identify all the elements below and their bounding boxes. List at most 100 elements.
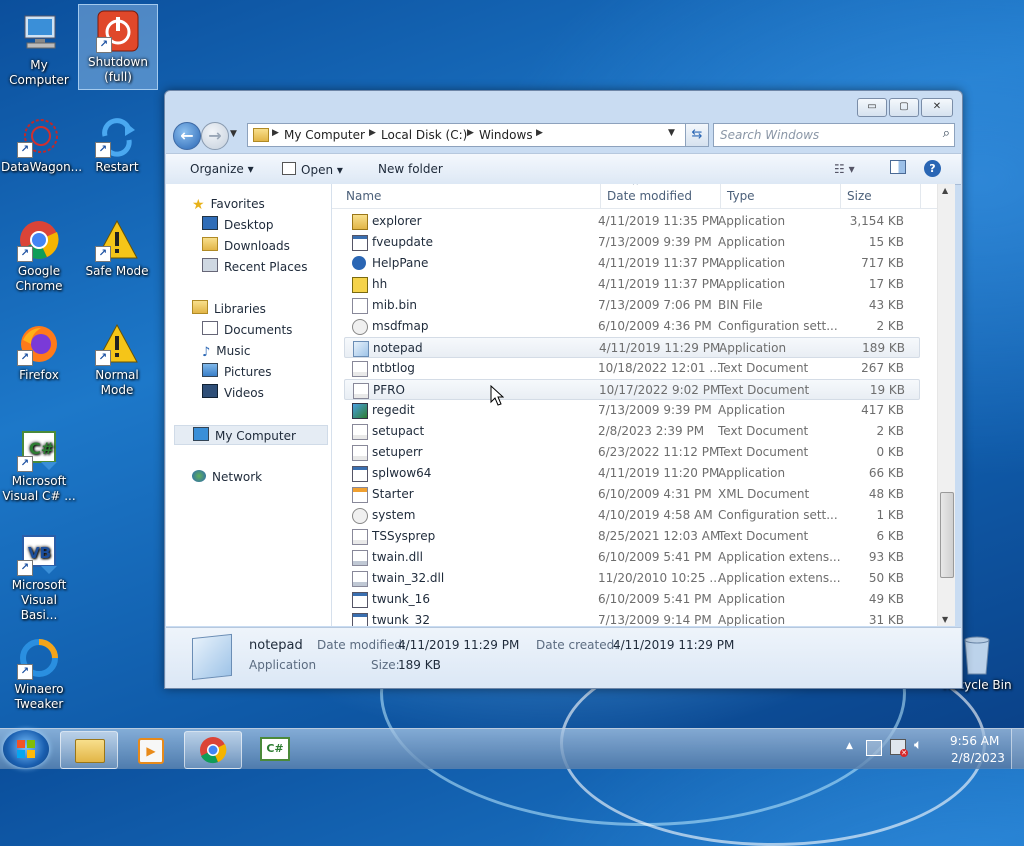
nav-downloads[interactable]: Downloads [202,236,290,256]
taskbar-explorer[interactable] [60,731,118,769]
organize-button[interactable]: Organize ▾ [190,162,254,176]
file-row-notepad[interactable]: notepad 4/11/2019 11:29 PM Application 189 … [344,337,920,358]
nav-favorites[interactable]: ★ Favorites [192,194,265,214]
action-center-icon[interactable] [866,740,882,756]
file-date-modified: 6/10/2009 4:36 PM [598,319,712,333]
desktop-icon-chrome[interactable]: ↗ Google Chrome [0,214,78,294]
file-row-setuperr[interactable]: setuperr 6/23/2022 11:12 PM Text Document 0… [344,442,918,462]
breadcrumb-local-disk[interactable]: Local Disk (C:) [381,128,467,142]
desktop-icon-my-computer[interactable]: My Computer [0,8,78,88]
search-box[interactable]: Search Windows ⌕ [713,123,955,147]
taskbar-visual-csharp[interactable]: C# [246,731,302,767]
file-row-ntbtlog[interactable]: ntbtlog 10/18/2022 12:01 ... Text Document… [344,358,918,378]
file-type: Application [718,256,786,270]
file-row-msdfmap[interactable]: msdfmap 6/10/2009 4:36 PM Configuration se… [344,316,918,336]
open-button[interactable]: Open ▾ [282,162,343,177]
scroll-thumb[interactable] [940,492,954,578]
nav-documents[interactable]: Documents [202,320,292,340]
address-bar[interactable]: ▶ My Computer ▶ Local Disk (C:) ▶ Window… [247,123,691,147]
search-icon[interactable]: ⌕ [943,126,950,141]
desktop-icon-firefox[interactable]: ↗ Firefox [0,318,78,383]
desktop-icon-winaero[interactable]: ↗ Winaero Tweaker [0,632,78,712]
nav-libraries[interactable]: Libraries [192,299,266,319]
vertical-scrollbar[interactable]: ▲ ▼ [937,184,955,626]
new-folder-button[interactable]: New folder [378,162,443,176]
file-type: Text Document [719,383,810,397]
back-button[interactable]: ← [173,122,201,150]
nav-network[interactable]: Network [192,467,262,487]
search-input[interactable]: Search Windows [720,128,819,142]
breadcrumb-my-computer[interactable]: My Computer [284,128,365,142]
show-hidden-icons-button[interactable]: ▲ [846,741,853,751]
clock-time[interactable]: 9:56 AM [950,734,999,748]
nav-recent-places[interactable]: Recent Places [202,257,307,277]
clock-date[interactable]: 2/8/2023 [951,751,1005,765]
file-row-setupact[interactable]: setupact 2/8/2023 2:39 PM Text Document 2 K… [344,421,918,441]
desktop-icon-safe-mode[interactable]: ↗ Safe Mode [78,214,156,279]
column-date-modified[interactable]: Date modified [607,189,692,203]
nav-videos[interactable]: Videos [202,383,264,403]
file-size: 15 KB [868,235,904,249]
column-size[interactable]: Size [847,189,872,203]
desktop-icon-visual-csharp[interactable]: C# ↗ Microsoft Visual C# ... [0,424,78,504]
file-row-helppane[interactable]: HelpPane 4/11/2019 11:37 PM Application 717… [344,253,918,273]
file-row-explorer[interactable]: explorer 4/11/2019 11:35 PM Application 3,1… [344,211,918,231]
column-divider[interactable] [840,184,841,208]
file-row-splwow64[interactable]: splwow64 4/11/2019 11:20 PM Application 66 … [344,463,918,483]
breadcrumb-separator-icon: ▶ [272,128,279,138]
recent-pages-dropdown[interactable]: ▼ [230,129,237,139]
file-row-fveupdate[interactable]: fveupdate 7/13/2009 9:39 PM Application 15 … [344,232,918,252]
file-row-tssysprep[interactable]: TSSysprep 8/25/2021 12:03 AM Text Document… [344,526,918,546]
file-date-modified: 4/11/2019 11:20 PM [598,466,720,480]
minimize-button[interactable]: ▭ [857,98,887,117]
column-divider[interactable] [600,184,601,208]
file-row-twain-32-dll[interactable]: twain_32.dll 11/20/2010 10:25 ... Applicat… [344,568,918,588]
file-name: explorer [372,214,422,228]
address-history-dropdown[interactable]: ▼ [668,128,675,138]
nav-music[interactable]: ♪ Music [202,341,250,361]
file-row-twain-dll[interactable]: twain.dll 6/10/2009 5:41 PM Application ex… [344,547,918,567]
network-error-icon[interactable]: ✕ [890,739,908,757]
nav-my-computer[interactable]: My Computer [174,425,328,445]
nav-pictures[interactable]: Pictures [202,362,272,382]
file-row-twunk-16[interactable]: twunk_16 6/10/2009 5:41 PM Application 49 K… [344,589,918,609]
file-row-starter[interactable]: Starter 6/10/2009 4:31 PM XML Document 48 K… [344,484,918,504]
desktop-icon-visual-basic[interactable]: VB ↗ Microsoft Visual Basi... [0,528,78,623]
refresh-button[interactable]: ⇆ [685,123,709,147]
taskbar-media-player[interactable]: ▶ [122,731,178,767]
change-view-button[interactable]: ☷ ▾ [834,162,855,176]
file-row-pfro[interactable]: PFRO 10/17/2022 9:02 PM Text Document 19 KB [344,379,920,400]
maximize-button[interactable]: ▢ [889,98,919,117]
desktop-icon-datawagon[interactable]: ↗ DataWagon... [0,110,82,175]
start-button[interactable] [3,730,49,768]
column-divider[interactable] [720,184,721,208]
help-icon[interactable]: ? [924,160,941,177]
nav-desktop[interactable]: Desktop [202,215,274,235]
desktop-icon-normal-mode[interactable]: ↗ Normal Mode [78,318,156,398]
file-row-system[interactable]: system 4/10/2019 4:58 AM Configuration set… [344,505,918,525]
column-type[interactable]: Type [727,189,755,203]
column-divider[interactable] [920,184,921,208]
file-row-regedit[interactable]: regedit 7/13/2009 9:39 PM Application 417 K… [344,400,918,420]
file-name: regedit [372,403,415,417]
preview-pane-button[interactable] [890,160,906,174]
details-modified-value: 4/11/2019 11:29 PM [398,638,520,652]
file-name: HelpPane [372,256,429,270]
forward-button[interactable]: → [201,122,229,150]
visual-csharp-icon: C# [260,737,290,761]
taskbar-chrome[interactable] [184,731,242,769]
scroll-up-arrow[interactable]: ▲ [942,186,948,195]
column-name[interactable]: Name [346,189,381,203]
volume-icon[interactable]: 🔈︎ [914,737,922,753]
close-button[interactable]: ✕ [921,98,953,117]
desktop-icon-restart[interactable]: ↗ Restart [78,110,156,175]
file-date-modified: 10/17/2022 9:02 PM [599,383,721,397]
show-desktop-button[interactable] [1011,729,1024,769]
file-row-mib-bin[interactable]: mib.bin 7/13/2009 7:06 PM BIN File 43 KB [344,295,918,315]
scroll-down-arrow[interactable]: ▼ [942,615,948,624]
breadcrumb-windows[interactable]: Windows [479,128,533,142]
file-row-hh[interactable]: hh 4/11/2019 11:37 PM Application 17 KB [344,274,918,294]
details-size-value: 189 KB [398,658,441,672]
file-row-twunk-32[interactable]: twunk_32 7/13/2009 9:14 PM Application 31 K… [344,610,918,626]
desktop-icon-shutdown[interactable]: ↗ Shutdown (full) [78,4,158,90]
